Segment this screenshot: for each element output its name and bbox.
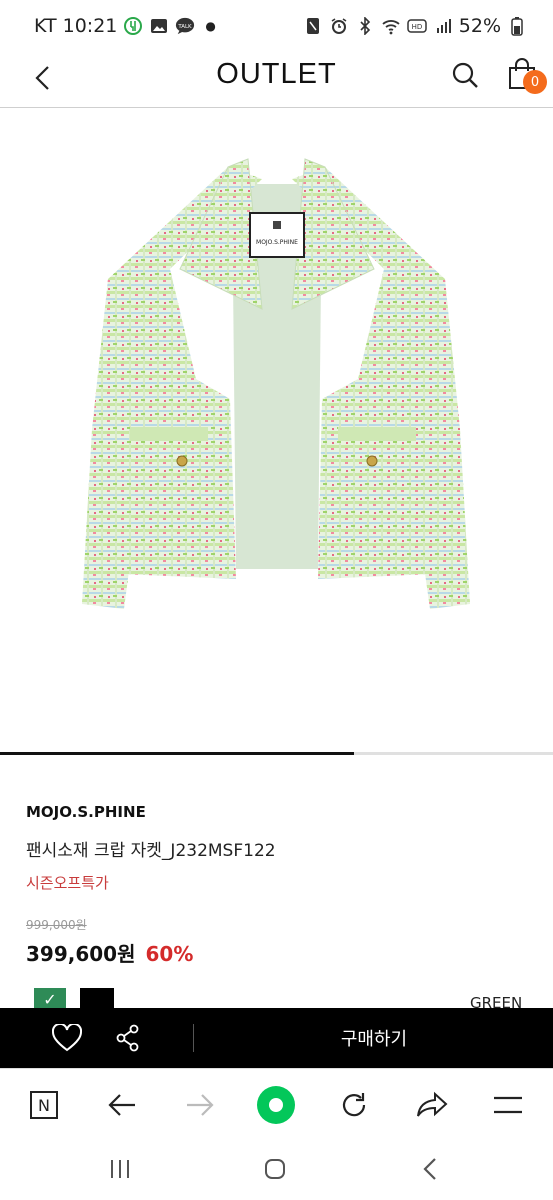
share-button[interactable] xyxy=(116,1024,140,1052)
nfc-icon xyxy=(303,16,323,36)
heart-icon xyxy=(51,1022,83,1052)
browser-share-button[interactable] xyxy=(412,1085,452,1125)
chevron-left-icon xyxy=(423,1158,436,1180)
original-price: 999,000원 xyxy=(26,918,87,932)
naver-n-icon: N xyxy=(30,1091,58,1119)
status-bar: KT 10:21 TALK ● HD 52% xyxy=(0,0,553,52)
color-swatch-black[interactable] xyxy=(80,988,114,1010)
talk-icon: TALK xyxy=(175,16,195,36)
home-icon xyxy=(265,1159,285,1179)
check-icon: ✓ xyxy=(43,990,57,1009)
purchase-action-bar: 구매하기 xyxy=(0,1008,553,1068)
wifi-icon xyxy=(381,16,401,36)
arrow-right-icon xyxy=(187,1094,214,1116)
discount-rate: 60% xyxy=(145,942,194,966)
cart-button[interactable]: 0 xyxy=(505,56,547,96)
carrier-time: KT 10:21 xyxy=(34,15,118,37)
recent-apps-icon xyxy=(111,1160,129,1178)
talk-label: TALK xyxy=(178,24,193,30)
wishlist-button[interactable] xyxy=(51,1022,83,1052)
arrow-left-icon xyxy=(108,1094,135,1116)
bluetooth-icon xyxy=(355,16,375,36)
menu-icon xyxy=(494,1096,522,1114)
battery-percent: 52% xyxy=(458,15,501,37)
home-button[interactable] xyxy=(255,1154,295,1184)
green-dot-button[interactable] xyxy=(256,1085,296,1125)
reload-button[interactable] xyxy=(334,1085,374,1125)
image-slider-progress xyxy=(0,752,354,755)
share-icon xyxy=(116,1024,139,1052)
battery-icon xyxy=(507,16,527,36)
recent-apps-button[interactable] xyxy=(100,1154,140,1184)
signal-icon xyxy=(433,16,453,36)
naver-n-label: N xyxy=(38,1096,50,1115)
promo-label: 시즌오프특가 xyxy=(26,874,109,892)
cart-count-badge: 0 xyxy=(523,70,547,94)
notification-dot-icon: ● xyxy=(205,19,216,33)
system-nav-bar xyxy=(0,1140,553,1200)
jacket-illustration: MOJO.S.PHINE xyxy=(82,158,470,609)
hd-icon: HD xyxy=(407,16,427,36)
price-row: 399,600원 60% xyxy=(26,938,193,967)
product-image[interactable]: MOJO.S.PHINE xyxy=(0,109,553,752)
jacket-tag-label: MOJO.S.PHINE xyxy=(256,239,298,246)
green-dot-icon xyxy=(257,1086,295,1124)
browser-forward-button[interactable] xyxy=(180,1085,220,1125)
search-icon xyxy=(452,62,478,88)
action-divider xyxy=(193,1024,194,1052)
color-swatch-green[interactable]: ✓ xyxy=(34,988,66,1010)
buy-button[interactable]: 구매하기 xyxy=(195,1008,553,1068)
system-back-button[interactable] xyxy=(410,1154,450,1184)
search-button[interactable] xyxy=(448,58,482,92)
browser-back-button[interactable] xyxy=(102,1085,142,1125)
svg-text:HD: HD xyxy=(411,23,422,31)
alarm-icon xyxy=(329,16,349,36)
naver-home-button[interactable]: N xyxy=(24,1085,64,1125)
sale-price: 399,600원 xyxy=(26,942,136,966)
browser-toolbar: N xyxy=(0,1068,553,1140)
image-icon xyxy=(149,16,169,36)
spoon-icon xyxy=(123,16,143,36)
browser-menu-button[interactable] xyxy=(488,1085,528,1125)
reload-icon xyxy=(342,1093,366,1117)
brand-name[interactable]: MOJO.S.PHINE xyxy=(26,803,146,821)
forward-share-icon xyxy=(417,1091,448,1117)
app-header: OUTLET 0 xyxy=(0,52,553,108)
product-name: 팬시소재 크랍 자켓_J232MSF122 xyxy=(26,841,276,861)
